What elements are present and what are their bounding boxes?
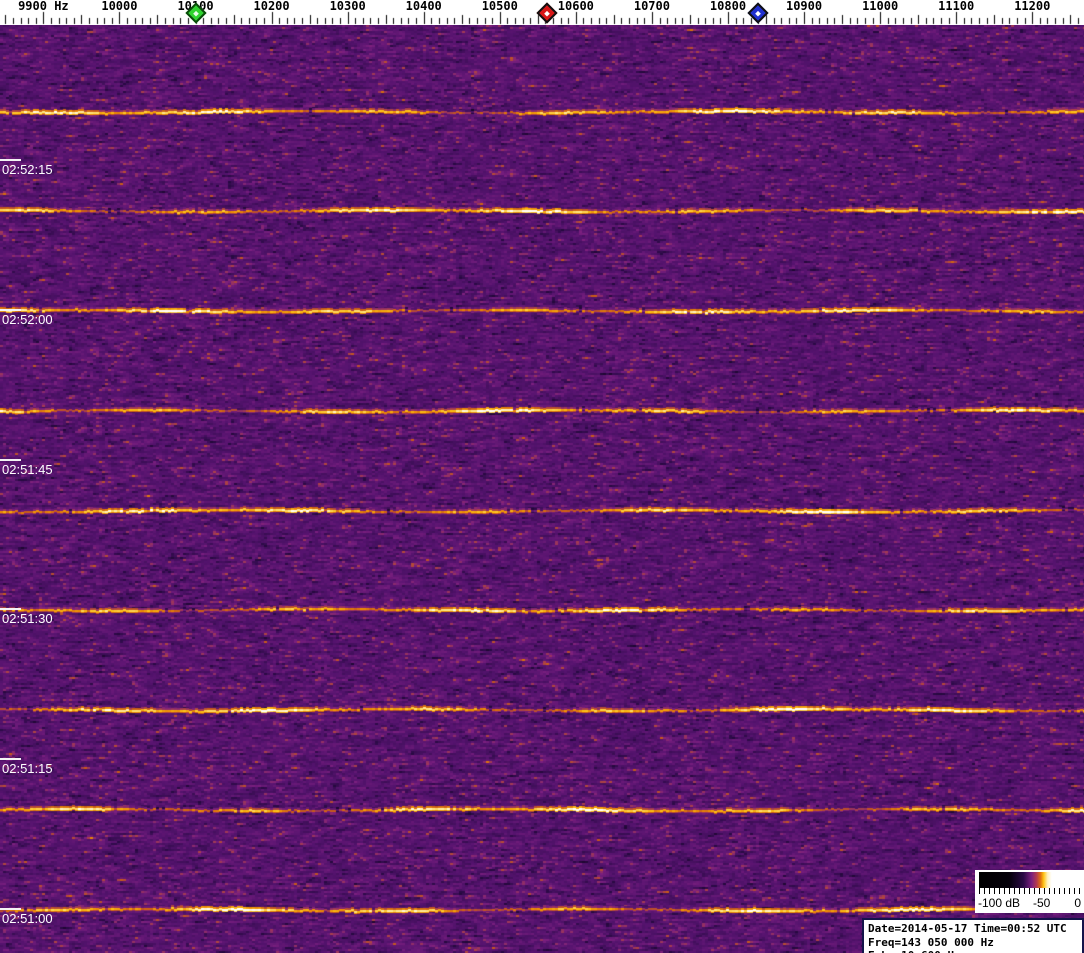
frequency-scale: 9900 Hz100001010010200103001040010500106… — [0, 0, 1084, 25]
time-label: 02:51:45 — [2, 462, 53, 477]
time-label: 02:51:00 — [2, 911, 53, 926]
time-tick — [0, 608, 21, 610]
marker-center-dot — [756, 10, 762, 16]
time-tick — [0, 159, 21, 161]
freq-tick-label: 11000 — [862, 0, 898, 12]
color-scale-gradient — [979, 872, 1080, 888]
freq-tick-label: 10400 — [406, 0, 442, 12]
spectrogram-window: 9900 Hz100001010010200103001040010500106… — [0, 0, 1084, 953]
time-label: 02:51:15 — [2, 761, 53, 776]
freq-tick-label: 10300 — [330, 0, 366, 12]
spectrogram-canvas[interactable] — [0, 25, 1084, 953]
time-label: 02:52:15 — [2, 162, 53, 177]
time-tick — [0, 459, 21, 461]
time-label: 02:51:30 — [2, 611, 53, 626]
color-scale-legend: -100 dB -50 0 — [975, 870, 1084, 913]
freq-tick-label: 10900 — [786, 0, 822, 12]
time-tick — [0, 758, 21, 760]
time-tick — [0, 908, 21, 910]
freq-tick-label: 11200 — [1014, 0, 1050, 12]
freq-tick-label: 9900 Hz — [18, 0, 69, 12]
freq-tick-label: 11100 — [938, 0, 974, 12]
info-box: Date=2014-05-17 Time=00:52 UTC Freq=143 … — [862, 918, 1084, 953]
legend-max-label: 0 — [1074, 896, 1081, 910]
time-label: 02:52:00 — [2, 312, 53, 327]
freq-tick-label: 10600 — [558, 0, 594, 12]
freq-tick-label: 10000 — [101, 0, 137, 12]
freq-tick-label: 10700 — [634, 0, 670, 12]
legend-min-label: -100 dB — [978, 896, 1020, 910]
info-line-date: Date=2014-05-17 Time=00:52 UTC — [868, 922, 1082, 936]
legend-mid-label: -50 — [1033, 896, 1050, 910]
freq-tick-label: 10500 — [482, 0, 518, 12]
info-line-echo: Echo=10 600 Hz — [868, 949, 1082, 953]
freq-tick-label: 10800 — [710, 0, 746, 12]
info-line-freq: Freq=143 050 000 Hz — [868, 936, 1082, 950]
color-scale-ticks — [979, 888, 1080, 894]
waterfall-display: 02:52:15 02:52:00 02:51:45 02:51:30 02:51:15… — [0, 25, 1084, 953]
marker-center-dot — [544, 10, 550, 16]
time-tick — [0, 309, 21, 311]
freq-tick-label: 10200 — [254, 0, 290, 12]
marker-center-dot — [193, 10, 199, 16]
